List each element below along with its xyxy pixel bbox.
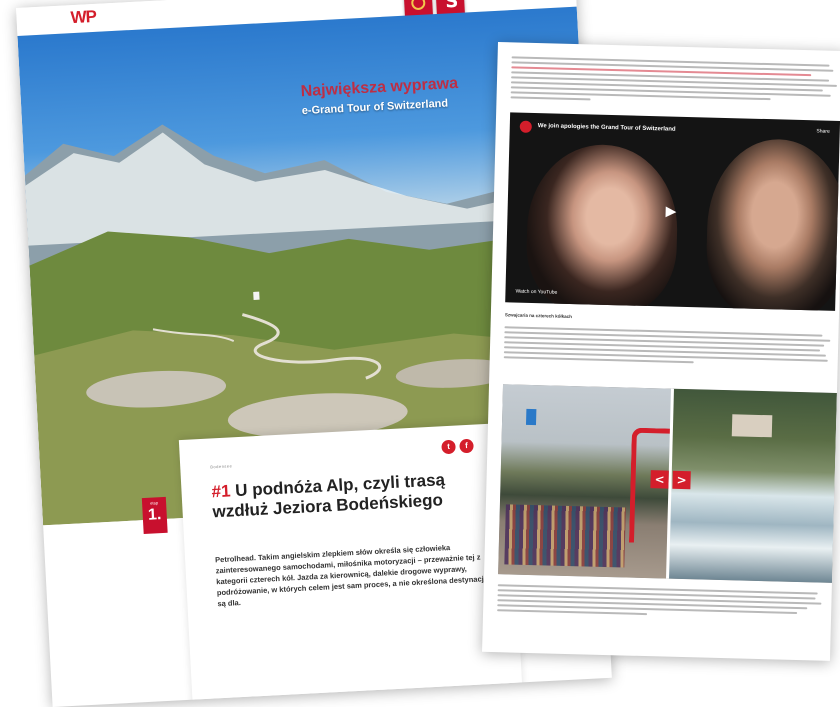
video-person-2 xyxy=(704,137,840,311)
before-after-slider[interactable]: < > xyxy=(498,384,837,583)
wp-logo[interactable]: WP xyxy=(70,7,96,28)
video-title[interactable]: We join apologies the Grand Tour of Swit… xyxy=(538,123,676,133)
facebook-icon[interactable]: f xyxy=(459,438,474,454)
slider-next-button[interactable]: > xyxy=(672,470,691,490)
seal-icon xyxy=(410,0,426,11)
flag-icon xyxy=(525,408,537,426)
article-title: #1 U podnóża Alp, czyli trasą wzdłuż Jez… xyxy=(211,468,483,522)
video-person-1 xyxy=(524,142,680,311)
youtube-watch-label[interactable]: Watch on YouTube xyxy=(515,289,557,296)
nav-link-1[interactable]: — xyxy=(378,0,383,3)
article-card: Bodensee t f #1 U podnóża Alp, czyli tra… xyxy=(178,422,524,707)
breadcrumb[interactable]: Bodensee xyxy=(210,463,232,469)
intro-paragraph xyxy=(510,56,840,110)
stage-number: 1. xyxy=(147,506,162,524)
body-paragraph-2 xyxy=(497,584,828,623)
channel-avatar-icon[interactable] xyxy=(519,120,532,133)
article-title-text: U podnóża Alp, czyli trasą wzdłuż Jezior… xyxy=(212,470,446,522)
article-number: #1 xyxy=(211,481,231,502)
article-page-detail: We join apologies the Grand Tour of Swit… xyxy=(482,42,840,661)
s-arrow-icon: S xyxy=(444,0,459,13)
play-icon[interactable]: ▶ xyxy=(665,203,676,219)
article-lead: Petrolhead. Takim angielskim zlepkiem sł… xyxy=(214,543,491,609)
section-heading: Szwajcaria na czterech kółkach xyxy=(504,312,572,320)
crowd-image xyxy=(504,504,626,568)
share-label[interactable]: Share xyxy=(816,128,829,134)
house-image xyxy=(731,414,773,438)
stage-badge: etap 1. xyxy=(141,496,168,535)
body-paragraph-1 xyxy=(503,326,835,370)
twitter-icon[interactable]: t xyxy=(441,439,456,455)
slider-prev-button[interactable]: < xyxy=(650,470,669,489)
video-player[interactable]: We join apologies the Grand Tour of Swit… xyxy=(505,112,840,311)
